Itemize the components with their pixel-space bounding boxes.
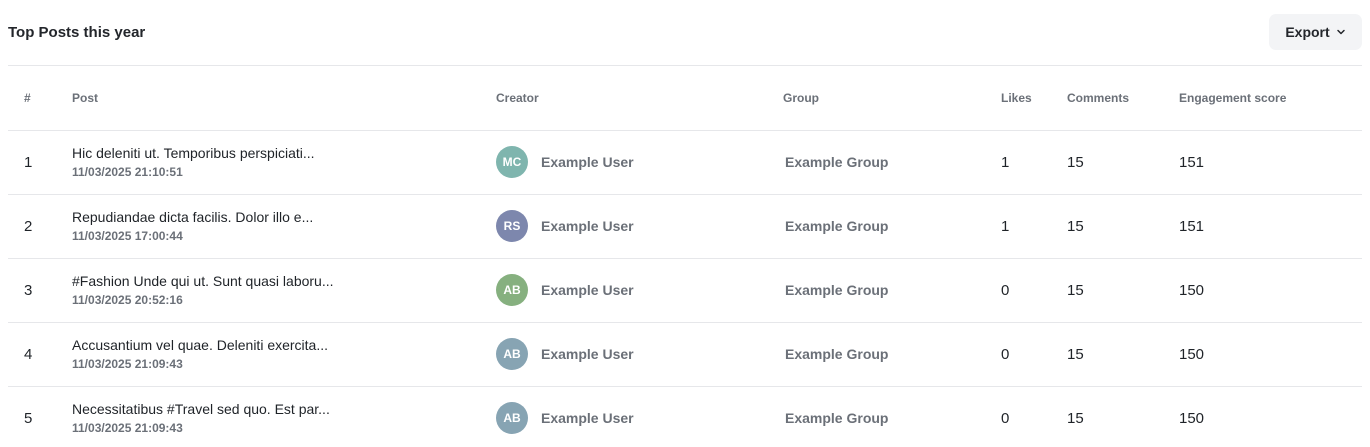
rank-cell: 3 [8, 258, 72, 323]
post-title-link[interactable]: #Fashion Unde qui ut. Sunt quasi laboru.… [72, 272, 496, 290]
avatar[interactable]: RS [496, 210, 528, 242]
rank-cell: 5 [24, 409, 33, 427]
post-date: 11/03/2025 21:09:43 [72, 357, 183, 371]
likes-count: 1 [1001, 194, 1067, 259]
comments-count: 15 [1067, 322, 1179, 387]
likes-count: 0 [1001, 258, 1067, 323]
engagement-score: 151 [1179, 130, 1362, 195]
group-name[interactable]: Example Group [783, 410, 888, 426]
post-date: 11/03/2025 20:52:16 [72, 293, 183, 307]
group-name[interactable]: Example Group [783, 346, 888, 362]
column-header-engagement-score: Engagement score [1179, 66, 1362, 131]
group-cell: Example Group [783, 194, 1001, 259]
avatar[interactable]: AB [496, 402, 528, 435]
engagement-score: 151 [1179, 194, 1362, 259]
group-cell: Example Group [783, 130, 1001, 195]
group-name[interactable]: Example Group [783, 154, 888, 170]
engagement-score: 150 [1179, 258, 1362, 323]
post-cell: Hic deleniti ut. Temporibus perspiciati.… [72, 130, 496, 195]
column-header-likes: Likes [1001, 66, 1067, 131]
table-row[interactable]: 3 #Fashion Unde qui ut. Sunt quasi labor… [8, 258, 1362, 323]
group-cell: Example Group [783, 322, 1001, 387]
group-cell: Example Group [783, 386, 1001, 447]
post-date: 11/03/2025 21:10:51 [72, 165, 183, 179]
comments-count: 15 [1067, 409, 1084, 427]
creator-name[interactable]: Example User [541, 410, 634, 426]
post-date: 11/03/2025 17:00:44 [72, 229, 183, 243]
creator-cell: AB Example User [496, 386, 783, 447]
comments-count: 15 [1067, 130, 1179, 195]
group-cell: Example Group [783, 258, 1001, 323]
likes-count: 0 [1001, 322, 1067, 387]
post-title-link[interactable]: Accusantium vel quae. Deleniti exercita.… [72, 336, 496, 354]
rank-cell: 4 [8, 322, 72, 387]
post-date: 11/03/2025 21:09:43 [72, 421, 183, 436]
comments-count: 15 [1067, 258, 1179, 323]
chevron-down-icon [1336, 29, 1345, 35]
avatar[interactable]: AB [496, 338, 528, 370]
post-cell: Necessitatibus #Travel sed quo. Est par.… [72, 386, 496, 447]
rank-cell: 1 [8, 130, 72, 195]
panel-header: Top Posts this year Export [8, 0, 1362, 66]
post-cell: Repudiandae dicta facilis. Dolor illo e.… [72, 194, 496, 259]
post-cell: Accusantium vel quae. Deleniti exercita.… [72, 322, 496, 387]
export-button[interactable]: Export [1269, 14, 1362, 50]
avatar[interactable]: MC [496, 146, 528, 178]
avatar[interactable]: AB [496, 274, 528, 306]
post-title-link[interactable]: Necessitatibus #Travel sed quo. Est par.… [72, 400, 496, 418]
table-row[interactable]: 1 Hic deleniti ut. Temporibus perspiciat… [8, 130, 1362, 195]
comments-count: 15 [1067, 194, 1179, 259]
engagement-score: 150 [1179, 409, 1205, 427]
engagement-score: 150 [1179, 322, 1362, 387]
post-cell: #Fashion Unde qui ut. Sunt quasi laboru.… [72, 258, 496, 323]
column-header-rank: # [8, 66, 72, 131]
group-name[interactable]: Example Group [783, 282, 888, 298]
export-button-label: Export [1285, 24, 1330, 40]
creator-name[interactable]: Example User [541, 218, 634, 234]
panel-title: Top Posts this year [8, 24, 146, 41]
post-title-link[interactable]: Repudiandae dicta facilis. Dolor illo e.… [72, 208, 496, 226]
top-posts-panel: Top Posts this year Export # Post Creato… [0, 0, 1370, 447]
group-name[interactable]: Example Group [783, 218, 888, 234]
likes-count: 1 [1001, 130, 1067, 195]
creator-cell: MC Example User [496, 130, 783, 195]
column-header-group: Group [783, 66, 1001, 131]
post-title-link[interactable]: Hic deleniti ut. Temporibus perspiciati.… [72, 144, 496, 162]
creator-cell: RS Example User [496, 194, 783, 259]
top-posts-table: # Post Creator Group Likes Comments Enga… [8, 66, 1362, 447]
creator-name[interactable]: Example User [541, 282, 634, 298]
column-header-creator: Creator [496, 66, 783, 131]
likes-count: 0 [1001, 409, 1010, 427]
table-row[interactable]: 5 Necessitatibus #Travel sed quo. Est pa… [8, 386, 1362, 447]
column-header-comments: Comments [1067, 66, 1179, 131]
creator-cell: AB Example User [496, 258, 783, 323]
creator-name[interactable]: Example User [541, 346, 634, 362]
table-row[interactable]: 2 Repudiandae dicta facilis. Dolor illo … [8, 194, 1362, 259]
creator-name[interactable]: Example User [541, 154, 634, 170]
table-header-row: # Post Creator Group Likes Comments Enga… [8, 66, 1362, 131]
column-header-post: Post [72, 66, 496, 131]
creator-cell: AB Example User [496, 322, 783, 387]
rank-cell: 2 [8, 194, 72, 259]
table-row[interactable]: 4 Accusantium vel quae. Deleniti exercit… [8, 322, 1362, 387]
